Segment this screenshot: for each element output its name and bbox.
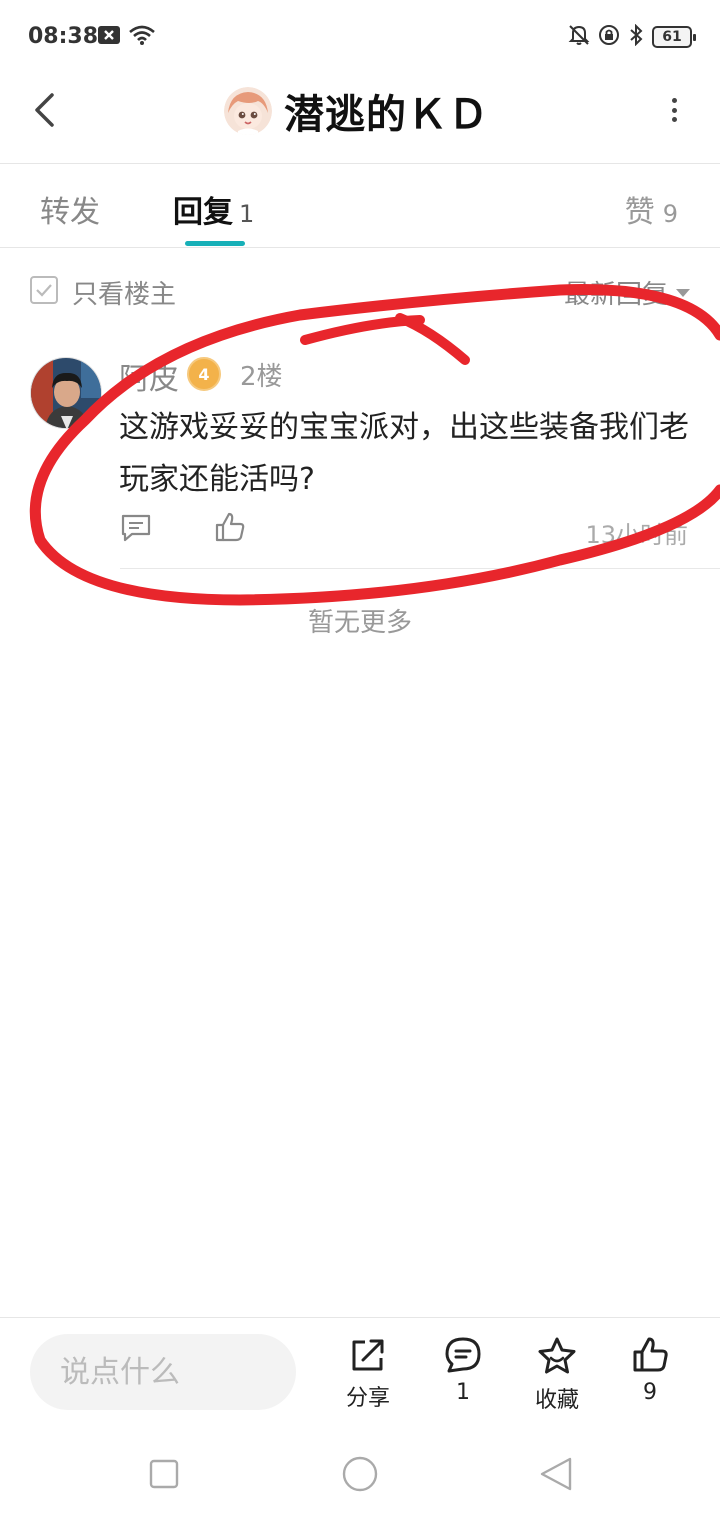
tab-bar: 转发 回复 1 赞9 [0, 165, 720, 248]
chat-bubble-icon [445, 1337, 481, 1373]
dot [671, 98, 677, 103]
wifi-icon [128, 24, 156, 50]
share-button[interactable]: 分享 [333, 1336, 403, 1412]
tab-active-indicator [185, 241, 245, 246]
nav-back-button[interactable] [534, 1452, 578, 1496]
comment-button[interactable]: 1 [428, 1336, 498, 1405]
owner-only-checkbox[interactable] [30, 276, 58, 304]
tab-like[interactable]: 赞9 [625, 187, 678, 231]
star-icon [538, 1337, 576, 1374]
reply-time: 13小时前 [585, 521, 688, 549]
like-button[interactable]: 9 [615, 1336, 685, 1405]
close-box-icon [98, 25, 120, 49]
reply-text: 这游戏妥妥的宝宝派对，出这些装备我们老玩家还能活吗? [119, 410, 689, 497]
dot [671, 117, 677, 122]
page-title: 潜逃的ＫＤ [284, 92, 489, 138]
tab-like-count: 9 [662, 200, 678, 228]
thumbs-up-icon [215, 512, 245, 542]
level-badge: 4 [187, 357, 221, 391]
reply-like-button[interactable] [214, 511, 246, 547]
share-icon [352, 1339, 384, 1371]
favorite-label: 收藏 [534, 1388, 579, 1413]
tab-reply[interactable]: 回复 1 [173, 187, 254, 231]
more-options-button[interactable] [664, 92, 684, 128]
sort-label: 最新回复 [563, 280, 668, 310]
comment-icon [121, 514, 151, 542]
tab-reply-label: 回复 [173, 195, 233, 230]
bluetooth-icon [628, 23, 644, 50]
avatar[interactable] [30, 357, 102, 429]
like-count: 9 [643, 1380, 657, 1405]
chevron-left-icon [35, 93, 54, 127]
share-label: 分享 [345, 1386, 390, 1411]
divider [120, 568, 720, 569]
check-icon [36, 284, 52, 297]
comment-count: 1 [456, 1380, 470, 1405]
reply-floor: 2楼 [240, 362, 283, 392]
home-button[interactable] [338, 1452, 382, 1496]
tab-forward[interactable]: 转发 [40, 187, 100, 231]
system-nav-bar [0, 1428, 720, 1520]
tab-forward-label: 转发 [40, 195, 100, 230]
back-button[interactable] [22, 88, 66, 132]
no-more-text: 暂无更多 [307, 608, 412, 638]
sort-dropdown[interactable]: 最新回复 [564, 274, 690, 311]
bell-muted-icon [568, 24, 590, 50]
avatar[interactable] [224, 87, 272, 135]
filter-row: 只看楼主 最新回复 [0, 260, 720, 320]
header: 潜逃的ＫＤ [0, 70, 720, 164]
owner-only-label[interactable]: 只看楼主 [72, 274, 176, 311]
square-icon [149, 1459, 179, 1489]
status-bar: 08:38 61 [0, 0, 720, 70]
dot [671, 107, 677, 113]
tab-reply-count: 1 [239, 200, 255, 228]
lock-rotation-icon [598, 24, 620, 50]
reply-comment-button[interactable] [120, 513, 152, 547]
bottom-action-bar: 分享 1 收藏 9 [0, 1317, 720, 1427]
status-time: 08:38 [28, 24, 99, 49]
tab-like-label: 赞 [624, 195, 655, 230]
favorite-button[interactable]: 收藏 [522, 1336, 592, 1414]
reply-item: 阿皮 4 2楼 这游戏妥妥的宝宝派对，出这些装备我们老玩家还能活吗? 13小时前 [0, 340, 720, 570]
caret-down-icon [676, 288, 690, 297]
triangle-back-icon [540, 1457, 572, 1491]
reply-author[interactable]: 阿皮 [119, 354, 179, 398]
comment-input[interactable] [30, 1334, 296, 1410]
header-center[interactable]: 潜逃的ＫＤ [224, 82, 489, 140]
thumbs-up-icon [633, 1337, 668, 1372]
battery-icon: 61 [652, 26, 696, 48]
circle-icon [342, 1456, 378, 1492]
recent-apps-button[interactable] [142, 1452, 186, 1496]
